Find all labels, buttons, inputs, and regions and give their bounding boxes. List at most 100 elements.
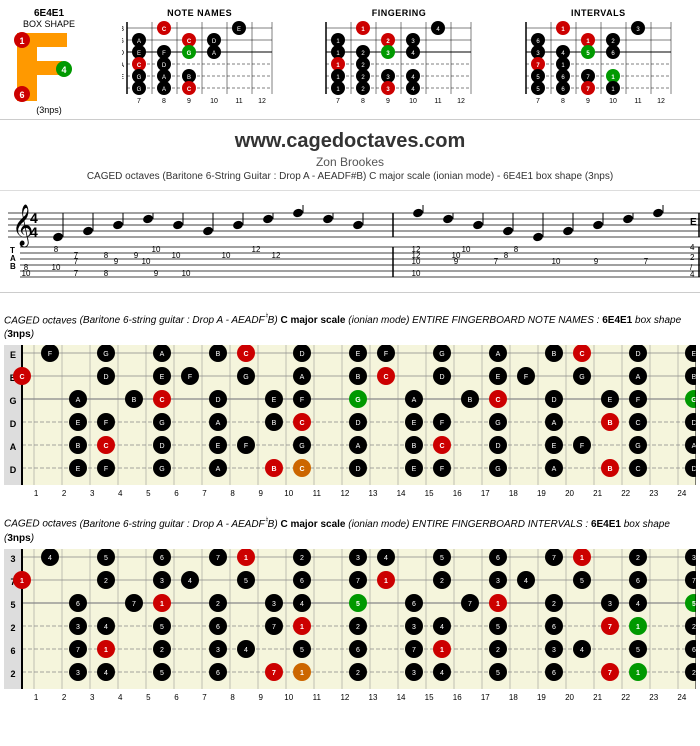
svg-text:A: A [552,420,557,427]
svg-text:10: 10 [609,98,617,105]
svg-text:7: 7 [608,624,612,631]
svg-text:G: G [159,466,164,473]
svg-text:7: 7 [552,555,556,562]
svg-text:E: E [692,351,696,358]
svg-text:12: 12 [258,98,266,105]
svg-text:A: A [160,351,165,358]
svg-text:7: 7 [216,555,220,562]
svg-text:6: 6 [300,578,304,585]
svg-text:B: B [468,397,473,404]
svg-text:B: B [272,420,277,427]
svg-text:10: 10 [210,98,218,105]
svg-text:F: F [440,466,444,473]
svg-text:5: 5 [636,647,640,654]
svg-text:B: B [412,443,417,450]
svg-text:8: 8 [504,251,509,260]
svg-text:F: F [162,51,166,57]
svg-text:9: 9 [114,257,119,266]
spacer1 [0,293,700,301]
svg-text:A: A [692,443,696,450]
svg-text:2: 2 [104,578,108,585]
svg-text:C: C [579,351,584,358]
svg-text:A: A [137,39,141,45]
svg-text:G: G [137,75,142,81]
svg-text:9: 9 [154,269,159,278]
svg-text:D: D [495,443,500,450]
svg-text:7: 7 [692,578,696,585]
svg-text:F: F [104,466,108,473]
svg-text:3: 3 [160,578,164,585]
note-names-diagram: NOTE NAMES B G D [102,8,297,105]
svg-text:B: B [216,351,221,358]
svg-text:9: 9 [134,251,139,260]
svg-text:9: 9 [586,98,590,105]
svg-text:D: D [299,351,304,358]
svg-text:F: F [188,374,192,381]
svg-text:1: 1 [160,601,164,608]
svg-text:1: 1 [300,670,304,677]
svg-text:8: 8 [54,245,59,254]
svg-text:A: A [552,466,557,473]
svg-text:C: C [299,420,304,427]
svg-text:7: 7 [412,647,416,654]
svg-text:3: 3 [412,624,416,631]
svg-text:C: C [635,466,640,473]
svg-text:G: G [495,420,500,427]
svg-text:10: 10 [410,98,418,105]
svg-text:E: E [216,443,221,450]
svg-text:B: B [552,351,557,358]
svg-text:2: 2 [216,601,220,608]
svg-text:E: E [608,397,613,404]
top-section: 6E4E1 BOX SHAPE 1 4 6 (3nps) NOTE NAMES [0,0,700,120]
e-shape-svg: 1 4 6 [12,31,87,103]
svg-text:4: 4 [61,65,66,75]
svg-text:A: A [636,374,641,381]
svg-text:4: 4 [690,270,695,279]
svg-text:G: G [9,396,16,406]
svg-text:2: 2 [552,601,556,608]
svg-text:G: G [243,374,248,381]
svg-text:6: 6 [412,601,416,608]
svg-text:A: A [122,62,124,69]
svg-text:4: 4 [104,624,108,631]
svg-text:C: C [243,351,248,358]
svg-text:7: 7 [356,578,360,585]
svg-text:E: E [412,466,417,473]
svg-text:6: 6 [356,647,360,654]
svg-text:F: F [384,351,388,358]
svg-text:1: 1 [440,647,444,654]
svg-text:10: 10 [182,269,191,278]
svg-text:D: D [215,397,220,404]
svg-text:C: C [383,374,388,381]
svg-text:5: 5 [160,670,164,677]
svg-text:E: E [690,217,697,228]
svg-text:2: 2 [356,624,360,631]
svg-text:D: D [551,397,556,404]
svg-text:3: 3 [10,554,15,564]
svg-text:D: D [355,420,360,427]
svg-text:A: A [216,466,221,473]
svg-text:C: C [187,39,192,45]
svg-text:5: 5 [10,600,15,610]
svg-text:A: A [76,397,81,404]
svg-text:C: C [103,443,108,450]
svg-text:G: G [122,38,124,45]
svg-text:B: B [692,374,696,381]
box-shape-id: 6E4E1 [34,8,64,19]
svg-text:1: 1 [496,601,500,608]
svg-text:3: 3 [692,555,696,562]
svg-text:C: C [162,27,167,33]
svg-text:8: 8 [162,98,166,105]
fingering-diagram: FINGERING 1 4 [301,8,496,105]
svg-text:4: 4 [244,647,248,654]
svg-text:7: 7 [644,257,649,266]
caged-note-names-section: CAGED octaves (Baritone 6-string guitar … [0,307,700,502]
tab-section: 𝄞 4 4 [0,191,700,293]
svg-text:E: E [496,374,501,381]
svg-text:5: 5 [300,647,304,654]
note-names-svg: B G D A E C E A C D [122,20,277,105]
svg-text:12: 12 [458,98,466,105]
caged-intervals-section: CAGED octaves (Baritone 6-string guitar … [0,510,700,709]
svg-text:6: 6 [10,646,15,656]
svg-text:4: 4 [300,601,304,608]
